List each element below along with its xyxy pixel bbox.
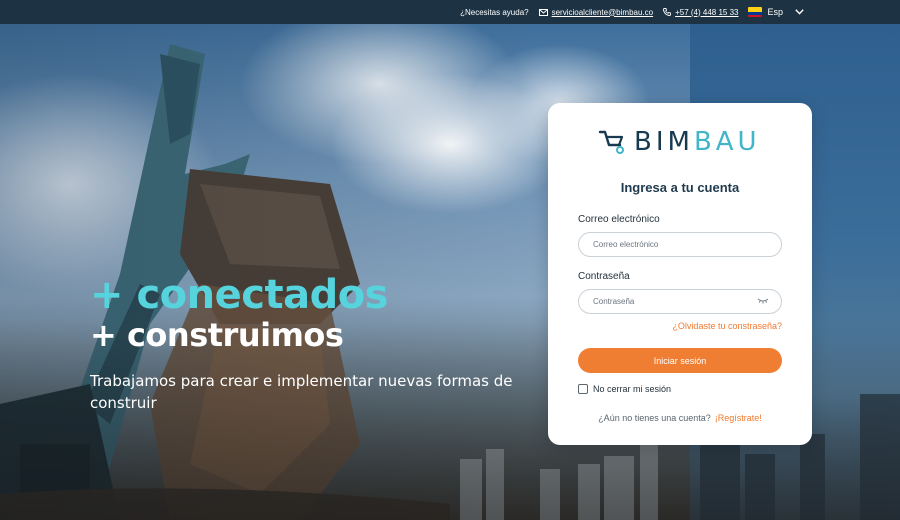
password-label: Contraseña <box>578 271 630 282</box>
language-selector[interactable]: Esp <box>748 7 808 17</box>
login-button[interactable]: Iniciar sesión <box>578 348 782 373</box>
chevron-down-icon[interactable] <box>795 9 804 15</box>
no-account-text: ¿Aún no tienes una cuenta? <box>598 413 711 423</box>
email-contact[interactable]: servicioalcliente@bimbau.co <box>538 8 654 17</box>
top-bar: ¿Necesitas ayuda? servicioalcliente@bimb… <box>0 0 900 24</box>
login-card: BIMBAU Ingresa a tu cuenta Correo electr… <box>548 103 812 445</box>
phone-contact[interactable]: +57 (4) 448 15 33 <box>663 8 738 17</box>
hero-headline-connected: + conectados <box>90 272 388 318</box>
remember-checkbox[interactable] <box>578 384 588 394</box>
wheelbarrow-logo-icon <box>598 130 624 154</box>
brand-bau: BAU <box>693 127 761 157</box>
phone-icon <box>663 8 672 16</box>
forgot-password-link[interactable]: ¿Olvidaste tu constraseña? <box>672 321 782 331</box>
register-link[interactable]: ¡Regístrate! <box>715 413 762 423</box>
language-label: Esp <box>767 7 783 17</box>
remember-label: No cerrar mi sesión <box>593 384 672 394</box>
brand-bim: BIM <box>634 127 694 157</box>
email-link[interactable]: servicioalcliente@bimbau.co <box>552 8 654 17</box>
email-label: Correo electrónico <box>578 214 660 225</box>
hero-headline-build: + construimos <box>90 316 344 354</box>
mail-icon <box>538 8 548 16</box>
help-text: ¿Necesitas ayuda? <box>460 7 529 17</box>
password-field[interactable] <box>578 289 782 314</box>
hero-tagline: Trabajamos para crear e implementar nuev… <box>90 372 513 412</box>
eye-closed-icon[interactable] <box>757 298 769 304</box>
signup-prompt: ¿Aún no tienes una cuenta? ¡Regístrate! <box>548 413 812 423</box>
colombia-flag-icon <box>748 7 763 17</box>
remember-me[interactable]: No cerrar mi sesión <box>578 384 671 394</box>
login-title: Ingresa a tu cuenta <box>620 180 740 195</box>
bimbau-logo: BIMBAU <box>598 127 761 157</box>
phone-link[interactable]: +57 (4) 448 15 33 <box>675 8 738 17</box>
email-field[interactable] <box>578 232 782 257</box>
